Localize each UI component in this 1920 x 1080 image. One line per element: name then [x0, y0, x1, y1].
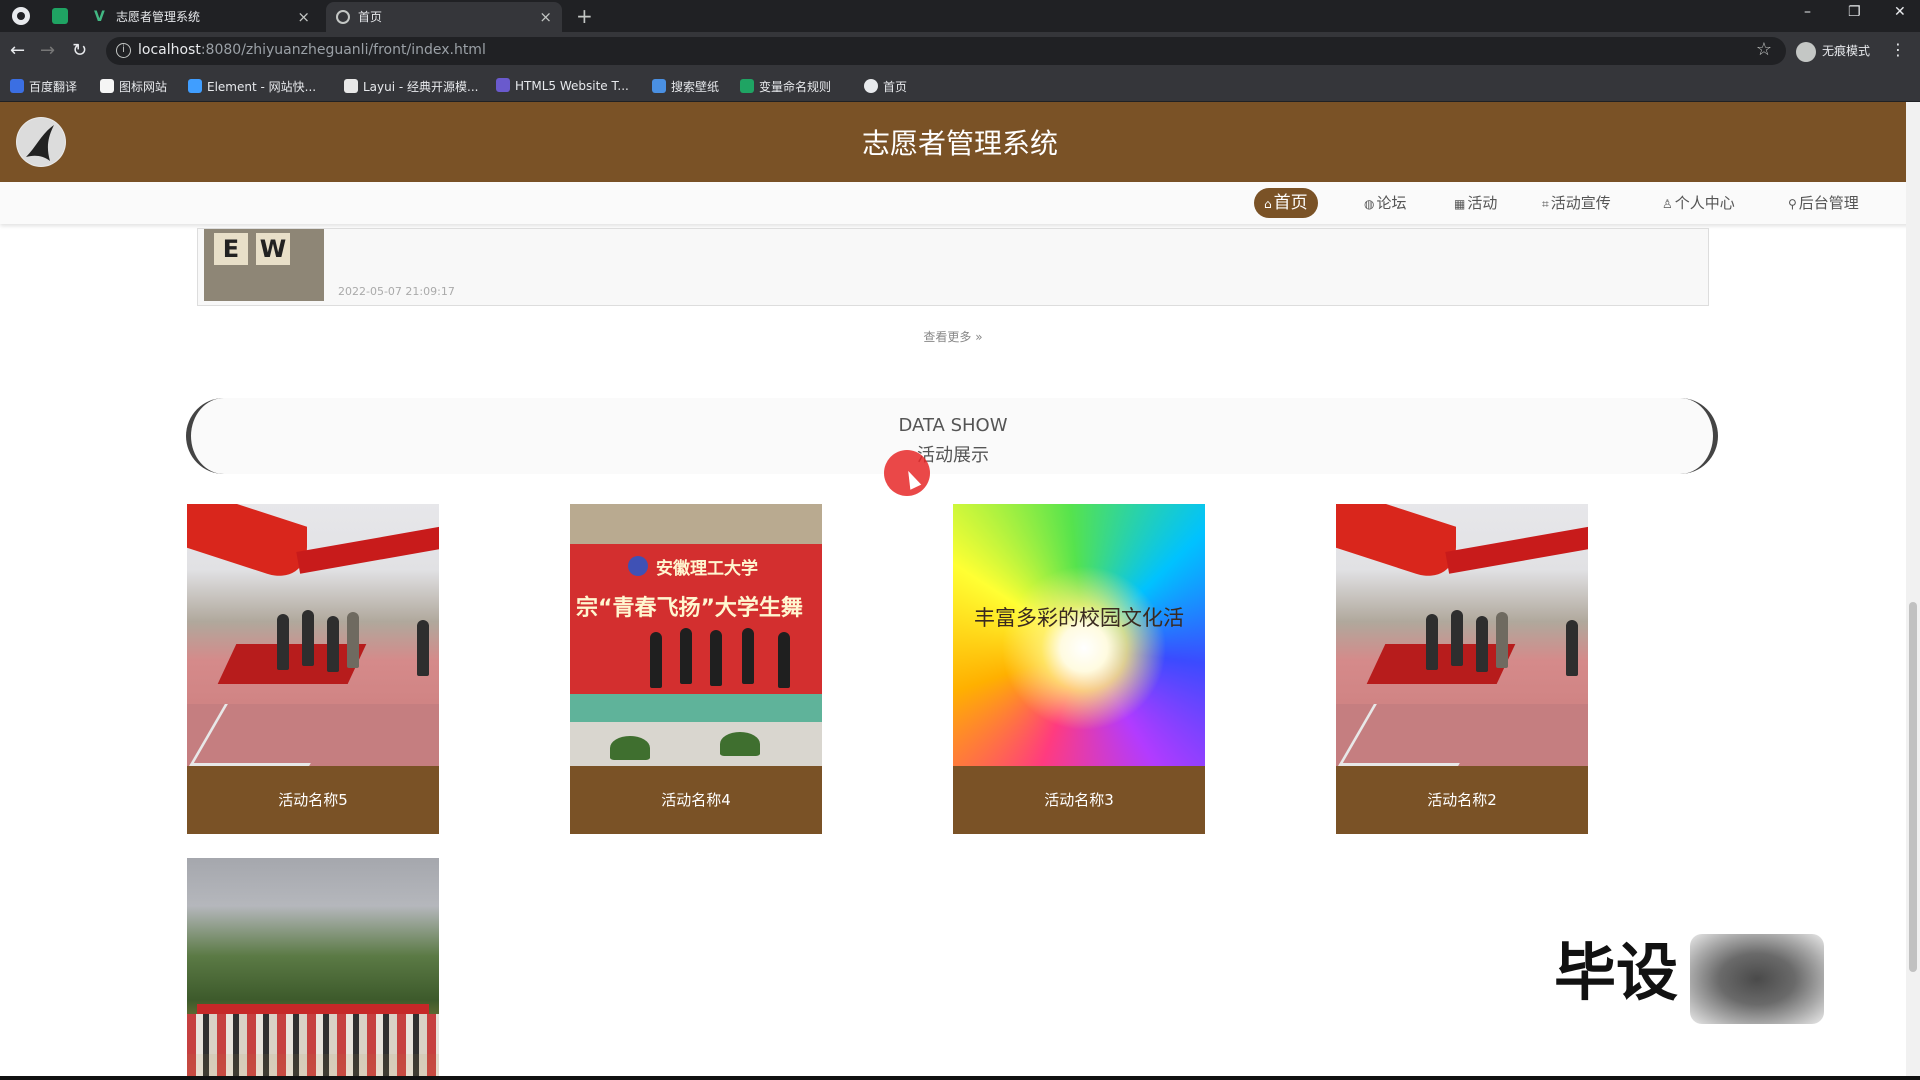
close-icon[interactable]: × [539, 2, 552, 32]
nav-item-home[interactable]: ⌂ 首页 [1254, 188, 1318, 218]
back-icon[interactable]: ← [10, 39, 25, 63]
news-thumbnail: E W [204, 229, 324, 301]
globe-icon [336, 10, 350, 24]
bookmark-icon [496, 78, 510, 92]
activity-image: 安徽理工大学 宗“青春飞扬”大学生舞 [570, 504, 822, 766]
user-icon: ♙ [1662, 197, 1673, 211]
site-header: 志愿者管理系统 [0, 102, 1920, 182]
news-item[interactable]: E W 2022-05-07 21:09:17 [197, 228, 1709, 306]
activity-image [1336, 504, 1588, 766]
activity-card[interactable]: 活动名称2 [1336, 504, 1588, 834]
bookmark-icon [188, 79, 202, 93]
school-logo-icon [628, 556, 648, 576]
link-icon: ⚲ [1788, 197, 1797, 211]
url-text: localhost:8080/zhiyuanzheguanli/front/in… [138, 42, 486, 58]
activity-card[interactable]: 丰富多彩的校园文化活 活动名称3 [953, 504, 1205, 834]
bookmark-item[interactable]: HTML5 Website T... [496, 78, 629, 93]
forward-icon[interactable]: → [40, 39, 55, 63]
star-icon[interactable]: ☆ [1756, 39, 1772, 60]
page-scrollbar[interactable] [1906, 102, 1920, 1076]
bookmark-icon [100, 79, 114, 93]
bookmark-icon [10, 79, 24, 93]
bookmark-item[interactable]: 首页 [864, 78, 907, 95]
home-icon: ⌂ [1264, 197, 1272, 211]
nav-item-forum[interactable]: ◍ 论坛 [1354, 188, 1417, 218]
restore-icon[interactable]: ❐ [1848, 4, 1861, 20]
calendar-icon: ▦ [1454, 197, 1466, 211]
watermark-blur [1690, 934, 1824, 1024]
activity-image [187, 858, 439, 1076]
bookmarks-bar: 百度翻译 图标网站 Element - 网站快... Layui - 经典开源模… [0, 70, 1920, 102]
tab-title: 首页 [358, 10, 383, 24]
thumb-letter: E [214, 233, 248, 265]
screen-bottom-edge [0, 1076, 1920, 1080]
watermark-text: 毕设 [1554, 936, 1679, 1009]
profile-label: 无痕模式 [1822, 44, 1871, 58]
activity-name: 活动名称4 [570, 766, 822, 834]
browser-toolbar: ← → ↻ i localhost:8080/zhiyuanzheguanli/… [0, 32, 1920, 70]
tab-title: 志愿者管理系统 [116, 10, 201, 24]
nav-item-promotion[interactable]: ⌗ 活动宣传 [1532, 188, 1621, 218]
section-title-cn: 活动展示 [917, 445, 989, 466]
incognito-icon [1796, 41, 1816, 62]
activity-card[interactable] [187, 858, 439, 1076]
tab-group-icon[interactable] [52, 8, 68, 24]
view-more-link[interactable]: 查看更多 » [0, 328, 1906, 345]
nav-item-activities[interactable]: ▦ 活动 [1444, 188, 1507, 218]
bookmark-item[interactable]: Layui - 经典开源模... [344, 78, 478, 95]
profile-button[interactable]: 无痕模式 [1796, 40, 1870, 62]
browser-tab-bar: V 志愿者管理系统 × 首页 × + – ❐ ✕ [0, 0, 1920, 32]
page-viewport: 志愿者管理系统 ⌂ 首页 ◍ 论坛 ▦ 活动 ⌗ 活动宣传 ♙ 个人中心 ⚲ 后台管理 E … [0, 102, 1920, 1076]
reload-icon[interactable]: ↻ [72, 39, 87, 63]
bookmark-icon [864, 79, 878, 93]
vue-icon: V [94, 9, 105, 25]
nav-item-profile[interactable]: ♙ 个人中心 [1652, 188, 1745, 218]
bookmark-item[interactable]: 图标网站 [100, 78, 167, 95]
stage-school-text: 安徽理工大学 [656, 559, 758, 579]
new-tab-button[interactable]: + [576, 2, 593, 30]
browser-tab-admin[interactable]: V 志愿者管理系统 × [84, 2, 320, 32]
activity-name: 活动名称3 [953, 766, 1205, 834]
minimize-icon[interactable]: – [1804, 4, 1811, 20]
window-close-icon[interactable]: ✕ [1894, 4, 1906, 20]
close-icon[interactable]: × [297, 2, 310, 32]
activity-card[interactable]: 活动名称5 [187, 504, 439, 834]
tag-icon: ⌗ [1542, 197, 1549, 211]
bookmark-item[interactable]: 搜索壁纸 [652, 78, 719, 95]
browser-tab-home[interactable]: 首页 × [326, 2, 562, 32]
site-title: 志愿者管理系统 [861, 127, 1058, 160]
bookmark-item[interactable]: 百度翻译 [10, 78, 77, 95]
thumb-letter: W [256, 233, 290, 265]
bookmark-item[interactable]: Element - 网站快... [188, 78, 316, 95]
activity-name: 活动名称5 [187, 766, 439, 834]
bookmark-icon [344, 79, 358, 93]
nav-item-admin[interactable]: ⚲ 后台管理 [1778, 188, 1869, 218]
activity-image [187, 504, 439, 766]
section-title-en: DATA SHOW [898, 415, 1008, 436]
scrollbar-thumb[interactable] [1909, 602, 1917, 972]
poster-text: 丰富多彩的校园文化活 [974, 606, 1184, 630]
bookmark-icon [652, 79, 666, 93]
stage-slogan-text: 宗“青春飞扬”大学生舞 [576, 596, 803, 621]
browser-app-icon[interactable] [12, 7, 30, 25]
main-nav: ⌂ 首页 ◍ 论坛 ▦ 活动 ⌗ 活动宣传 ♙ 个人中心 ⚲ 后台管理 [0, 182, 1920, 224]
news-date: 2022-05-07 21:09:17 [338, 285, 455, 298]
activity-card[interactable]: 安徽理工大学 宗“青春飞扬”大学生舞 活动名称4 [570, 504, 822, 834]
info-icon[interactable]: i [116, 43, 131, 58]
menu-icon[interactable]: ⋮ [1890, 40, 1906, 59]
address-bar[interactable]: i localhost:8080/zhiyuanzheguanli/front/… [106, 37, 1786, 65]
activity-image: 丰富多彩的校园文化活 [953, 504, 1205, 766]
double-chevron-right-icon: » [975, 330, 983, 344]
bookmark-item[interactable]: 变量命名规则 [740, 78, 831, 95]
bookmark-icon [740, 79, 754, 93]
activity-name: 活动名称2 [1336, 766, 1588, 834]
forum-icon: ◍ [1364, 197, 1375, 211]
